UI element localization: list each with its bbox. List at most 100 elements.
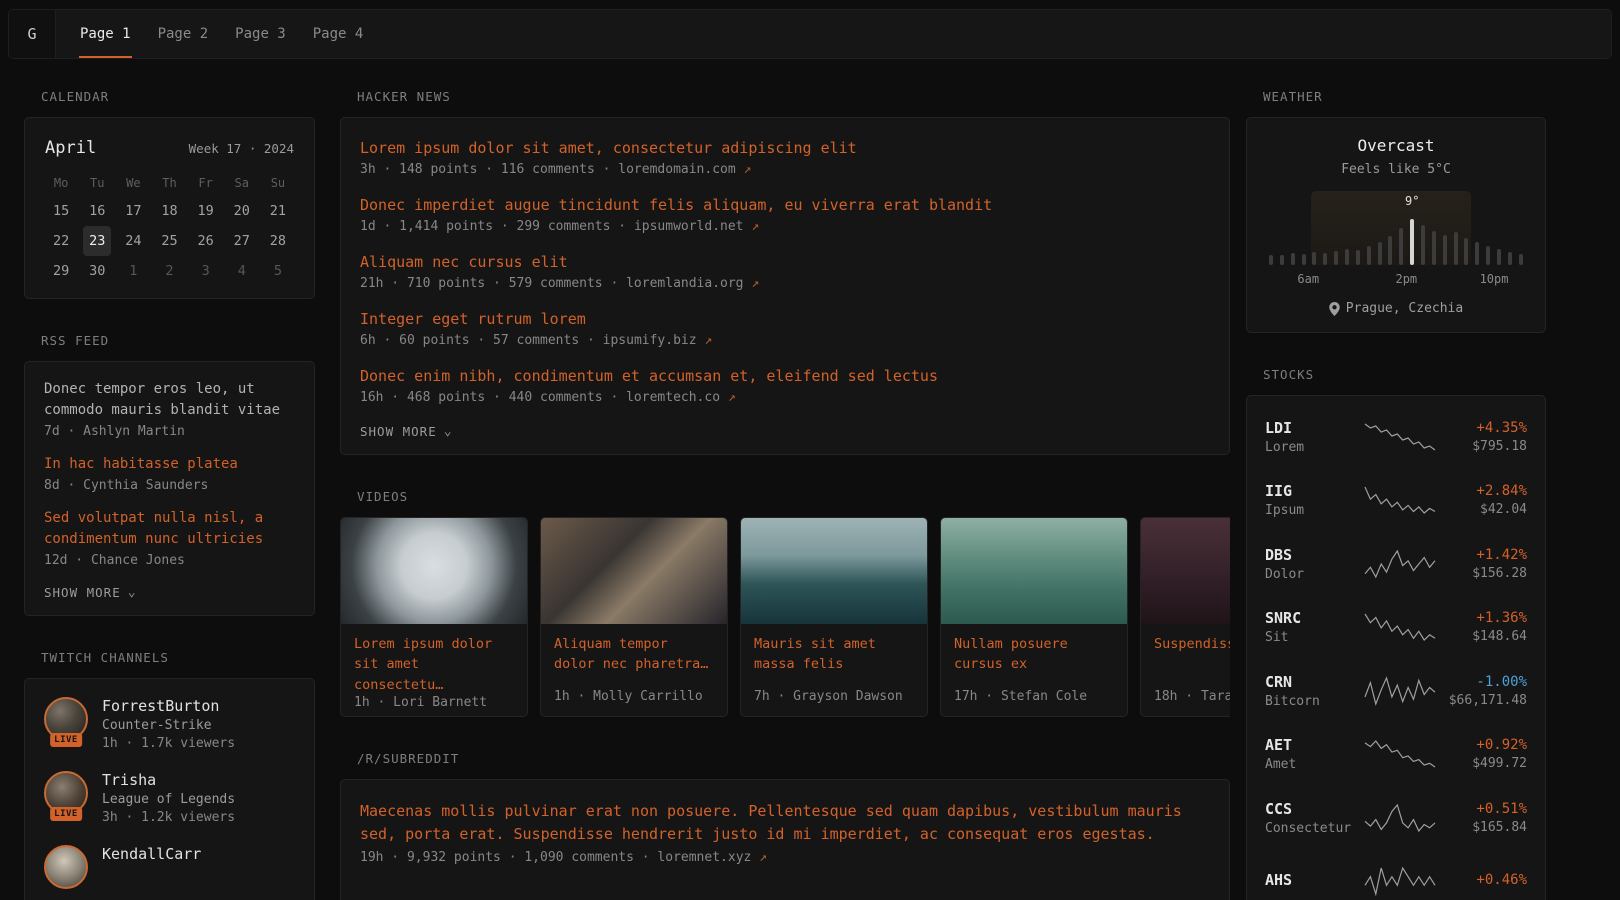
calendar-day: 17: [115, 196, 151, 226]
external-link-icon: ↗: [704, 333, 712, 348]
stock-row[interactable]: IIG Ipsum +2.84% $42.04: [1265, 469, 1527, 533]
stock-change: +1.42%: [1472, 547, 1527, 563]
hn-item-meta: 3h · 148 points · 116 comments · loremdo…: [360, 162, 1210, 177]
rss-item-title[interactable]: Sed volutpat nulla nisl, a condimentum n…: [44, 508, 295, 550]
video-card[interactable]: Mauris sit amet massa felis 7h · Grayson…: [740, 517, 928, 717]
calendar-day: 23: [83, 226, 111, 256]
weather-condition: Overcast: [1267, 136, 1525, 155]
stock-row[interactable]: AET Amet +0.92% $499.72: [1265, 723, 1527, 787]
subreddit-post-title[interactable]: Maecenas mollis pulvinar erat non posuer…: [360, 802, 1182, 843]
twitch-channel[interactable]: LIVE Trisha League of Legends 3h · 1.2k …: [44, 771, 295, 825]
weather-hour-bar: [1475, 242, 1479, 265]
channel-name[interactable]: ForrestBurton: [102, 697, 235, 715]
stock-ticker: DBS: [1265, 546, 1363, 564]
calendar-day: 16: [79, 196, 115, 226]
hn-item: Aliquam nec cursus elit 21h · 710 points…: [360, 253, 1210, 291]
hn-item: Donec enim nibh, condimentum et accumsan…: [360, 367, 1210, 405]
weather-hour-bar: [1464, 238, 1468, 265]
video-card[interactable]: Nullam posuere cursus ex 17h · Stefan Co…: [940, 517, 1128, 717]
external-link-icon: ↗: [751, 276, 759, 291]
stock-row[interactable]: AHS +0.46%: [1265, 850, 1527, 900]
twitch-channel[interactable]: KendallCarr: [44, 845, 295, 889]
stock-row[interactable]: CRN Bitcorn -1.00% $66,171.48: [1265, 659, 1527, 723]
subreddit-widget: Maecenas mollis pulvinar erat non posuer…: [340, 779, 1230, 900]
hn-item-title[interactable]: Donec enim nibh, condimentum et accumsan…: [360, 367, 1210, 385]
calendar-day: 21: [260, 196, 296, 226]
page-tab[interactable]: Page 2: [157, 10, 210, 58]
stock-row[interactable]: LDI Lorem +4.35% $795.18: [1265, 405, 1527, 469]
hn-meta-text: 21h · 710 points · 579 comments ·: [360, 276, 626, 291]
stock-row[interactable]: CCS Consectetur +0.51% $165.84: [1265, 786, 1527, 850]
stocks-section-title: STOCKS: [1246, 367, 1546, 382]
channel-meta: 1h · 1.7k viewers: [102, 736, 235, 751]
calendar-day: 29: [43, 256, 79, 286]
stock-values: +1.42% $156.28: [1472, 547, 1527, 581]
video-meta: 1h · Molly Carrillo: [554, 689, 714, 704]
video-title[interactable]: Lorem ipsum dolor sit amet consectetu…: [354, 634, 514, 695]
calendar-day-header: Mo: [43, 170, 79, 196]
rss-item-title[interactable]: Donec tempor eros leo, ut commodo mauris…: [44, 379, 295, 421]
stock-identity: AHS: [1265, 871, 1363, 892]
rss-item-title[interactable]: In hac habitasse platea: [44, 454, 295, 475]
hn-domain-link[interactable]: loremtech.co: [626, 390, 720, 405]
hn-item-title[interactable]: Integer eget rutrum lorem: [360, 310, 1210, 328]
hn-domain-link[interactable]: ipsumify.biz: [603, 333, 697, 348]
rss-item: Donec tempor eros leo, ut commodo mauris…: [44, 379, 295, 439]
dashboard: CALENDAR April Week 17 · 2024 Mo Tu We T…: [0, 59, 1620, 900]
app-logo[interactable]: G: [9, 10, 56, 58]
video-card[interactable]: Lorem ipsum dolor sit amet consectetu… 1…: [340, 517, 528, 717]
hn-item-title[interactable]: Donec imperdiet augue tincidunt felis al…: [360, 196, 1210, 214]
channel-name[interactable]: Trisha: [102, 771, 235, 789]
calendar-day: 4: [224, 256, 260, 286]
subreddit-domain-link[interactable]: loremnet.xyz: [657, 850, 751, 865]
stock-name: Sit: [1265, 630, 1363, 645]
page-tab[interactable]: Page 3: [234, 10, 287, 58]
stock-row[interactable]: DBS Dolor +1.42% $156.28: [1265, 532, 1527, 596]
hn-item-title[interactable]: Aliquam nec cursus elit: [360, 253, 1210, 271]
stocks-widget: LDI Lorem +4.35% $795.18 IIG Ipsum: [1246, 395, 1546, 900]
video-title[interactable]: Aliquam tempor dolor nec pharetra…: [554, 634, 714, 675]
channel-game: League of Legends: [102, 792, 235, 807]
rss-item-meta: 8d · Cynthia Saunders: [44, 478, 295, 493]
stock-row[interactable]: SNRC Sit +1.36% $148.64: [1265, 596, 1527, 660]
stock-values: +2.84% $42.04: [1476, 483, 1527, 517]
show-more-label: SHOW MORE: [360, 424, 437, 439]
hackernews-section-title: HACKER NEWS: [340, 89, 1230, 104]
twitch-channel[interactable]: LIVE ForrestBurton Counter-Strike 1h · 1…: [44, 697, 295, 751]
hn-meta-text: 6h · 60 points · 57 comments ·: [360, 333, 603, 348]
hn-domain-link[interactable]: loremdomain.com: [618, 162, 735, 177]
video-card[interactable]: Suspendisse diam 18h · Tara: [1140, 517, 1230, 717]
weather-hour-bar: [1334, 251, 1338, 265]
video-title[interactable]: Nullam posuere cursus ex: [954, 634, 1114, 675]
stock-change: +0.51%: [1472, 801, 1527, 817]
rss-section-title: RSS FEED: [24, 333, 315, 348]
stock-change: +1.36%: [1472, 610, 1527, 626]
hn-show-more-button[interactable]: SHOW MORE ⌄: [360, 424, 453, 439]
calendar-day: 20: [224, 196, 260, 226]
calendar-day: 19: [188, 196, 224, 226]
external-link-icon: ↗: [744, 162, 752, 177]
weather-hour-bar: [1312, 252, 1316, 265]
video-title[interactable]: Mauris sit amet massa felis: [754, 634, 914, 675]
chevron-down-icon: ⌄: [128, 585, 137, 600]
hn-item-title[interactable]: Lorem ipsum dolor sit amet, consectetur …: [360, 139, 1210, 157]
hn-domain-link[interactable]: loremlandia.org: [626, 276, 743, 291]
calendar-day: 15: [43, 196, 79, 226]
calendar-day-header: Fr: [188, 170, 224, 196]
weather-widget: Overcast Feels like 5°C 9° 6am2pm10pm Pr…: [1246, 117, 1546, 333]
video-title[interactable]: Suspendisse diam: [1154, 634, 1230, 654]
channel-meta: 3h · 1.2k viewers: [102, 810, 235, 825]
calendar-day: 25: [151, 226, 187, 256]
stock-name: Ipsum: [1265, 503, 1363, 518]
calendar-week-year: Week 17 · 2024: [189, 141, 294, 156]
video-meta: 7h · Grayson Dawson: [754, 689, 914, 704]
rss-show-more-button[interactable]: SHOW MORE ⌄: [44, 585, 137, 600]
channel-name[interactable]: KendallCarr: [102, 845, 201, 863]
channel-game: Counter-Strike: [102, 718, 235, 733]
weather-hourly-chart: 9° 6am2pm10pm: [1267, 191, 1525, 287]
hn-domain-link[interactable]: ipsumworld.net: [634, 219, 744, 234]
stock-ticker: CRN: [1265, 673, 1363, 691]
page-tab[interactable]: Page 4: [312, 10, 365, 58]
video-card[interactable]: Aliquam tempor dolor nec pharetra… 1h · …: [540, 517, 728, 717]
page-tab[interactable]: Page 1: [79, 10, 132, 58]
